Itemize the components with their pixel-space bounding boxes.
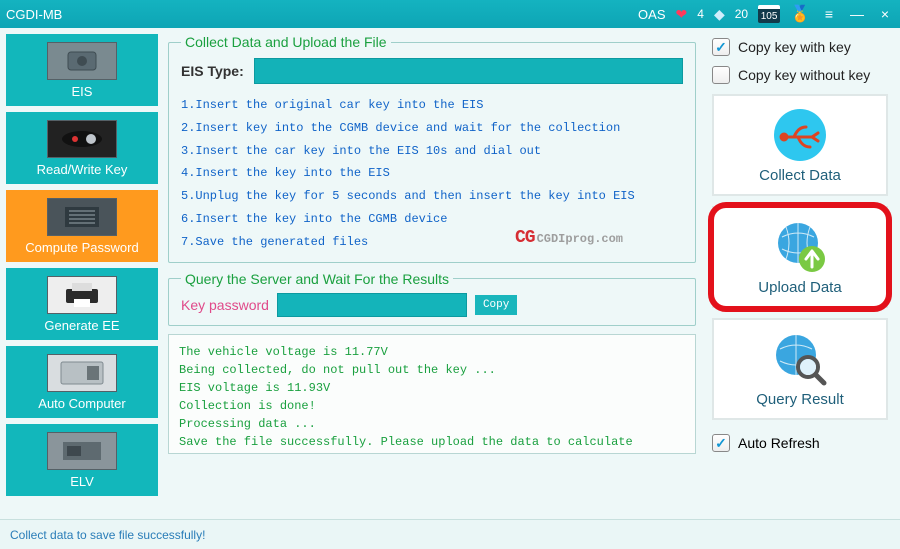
auto-refresh-row[interactable]: Auto Refresh <box>712 434 888 452</box>
elv-icon <box>47 432 117 470</box>
query-result-button[interactable]: Query Result <box>712 318 888 420</box>
checkbox-icon[interactable] <box>712 66 730 84</box>
step-line: 2.Insert key into the CGMB device and wa… <box>181 117 683 140</box>
checkbox-label: Copy key with key <box>738 39 851 55</box>
sidebar-item-compute-password[interactable]: Compute Password <box>6 190 158 262</box>
collect-data-button[interactable]: Collect Data <box>712 94 888 196</box>
watermark-cg: CG <box>515 221 535 255</box>
diamond-icon: ◆ <box>714 6 725 23</box>
heart-icon: ❤ <box>676 6 688 23</box>
button-label: Collect Data <box>759 167 841 184</box>
close-button[interactable]: × <box>876 6 894 22</box>
log-line: Being collected, do not pull out the key… <box>179 361 685 379</box>
main-content: Collect Data and Upload the File EIS Typ… <box>164 28 700 519</box>
button-label: Query Result <box>756 391 844 408</box>
sidebar-item-label: Auto Computer <box>38 396 125 411</box>
copy-button[interactable]: Copy <box>475 295 517 315</box>
globe-upload-icon <box>772 219 828 275</box>
log-output: The vehicle voltage is 11.77V Being coll… <box>168 334 696 454</box>
menu-button[interactable]: ≡ <box>820 6 838 22</box>
app-title: CGDI-MB <box>6 7 62 22</box>
query-panel-legend: Query the Server and Wait For the Result… <box>181 271 453 287</box>
calendar-badge: 105 <box>758 5 780 23</box>
diamond-count: 20 <box>735 7 748 21</box>
checkbox-label: Auto Refresh <box>738 435 820 451</box>
sidebar: EIS Read/Write Key Compute Password Gene… <box>0 28 164 519</box>
sidebar-item-label: Generate EE <box>44 318 119 333</box>
titlebar: CGDI-MB OAS ❤ 4 ◆ 20 105 🏅 ≡ — × <box>0 0 900 28</box>
upload-data-button[interactable]: Upload Data <box>712 206 888 308</box>
heart-count: 4 <box>697 7 704 21</box>
sidebar-item-label: Compute Password <box>25 240 138 255</box>
collect-panel-legend: Collect Data and Upload the File <box>181 34 391 50</box>
watermark: CG CGDIprog.com <box>515 221 623 255</box>
log-line: EIS voltage is 11.93V <box>179 379 685 397</box>
step-line: 3.Insert the car key into the EIS 10s an… <box>181 140 683 163</box>
log-line: The vehicle voltage is 11.77V <box>179 343 685 361</box>
sidebar-item-read-write-key[interactable]: Read/Write Key <box>6 112 158 184</box>
minimize-button[interactable]: — <box>848 6 866 22</box>
collect-panel: Collect Data and Upload the File EIS Typ… <box>168 34 696 263</box>
watermark-text: CGDIprog.com <box>537 228 623 251</box>
instruction-steps: 1.Insert the original car key into the E… <box>181 94 683 254</box>
key-password-field[interactable] <box>277 293 467 317</box>
usb-circle-icon <box>772 107 828 163</box>
ecu-icon <box>47 354 117 392</box>
globe-search-icon <box>772 331 828 387</box>
sidebar-item-label: EIS <box>72 84 93 99</box>
sidebar-item-label: ELV <box>70 474 94 489</box>
step-line: 4.Insert the key into the EIS <box>181 162 683 185</box>
key-icon <box>47 120 117 158</box>
eis-icon <box>47 42 117 80</box>
chip-icon <box>47 198 117 236</box>
status-text: Collect data to save file successfully! <box>10 528 205 542</box>
statusbar: Collect data to save file successfully! <box>0 519 900 549</box>
checkbox-checked-icon[interactable] <box>712 38 730 56</box>
sidebar-item-label: Read/Write Key <box>37 162 128 177</box>
oas-label: OAS <box>638 7 665 22</box>
checkbox-checked-icon[interactable] <box>712 434 730 452</box>
query-panel: Query the Server and Wait For the Result… <box>168 271 696 326</box>
sidebar-item-auto-computer[interactable]: Auto Computer <box>6 346 158 418</box>
sidebar-item-generate-ee[interactable]: Generate EE <box>6 268 158 340</box>
sidebar-item-eis[interactable]: EIS <box>6 34 158 106</box>
button-label: Upload Data <box>758 279 841 296</box>
printer-icon <box>47 276 117 314</box>
eis-type-field[interactable] <box>254 58 683 84</box>
right-column: Copy key with key Copy key without key C… <box>700 28 900 519</box>
copy-key-without-key-row[interactable]: Copy key without key <box>712 66 888 84</box>
step-line: 1.Insert the original car key into the E… <box>181 94 683 117</box>
step-line: 5.Unplug the key for 5 seconds and then … <box>181 185 683 208</box>
medal-icon: 🏅 <box>790 4 810 24</box>
log-line: Save the file successfully. Please uploa… <box>179 433 685 454</box>
copy-key-with-key-row[interactable]: Copy key with key <box>712 38 888 56</box>
eis-type-label: EIS Type: <box>181 63 244 79</box>
log-line: Collection is done! <box>179 397 685 415</box>
checkbox-label: Copy key without key <box>738 67 870 83</box>
log-line: Processing data ... <box>179 415 685 433</box>
key-password-label: Key password <box>181 297 269 313</box>
sidebar-item-elv[interactable]: ELV <box>6 424 158 496</box>
